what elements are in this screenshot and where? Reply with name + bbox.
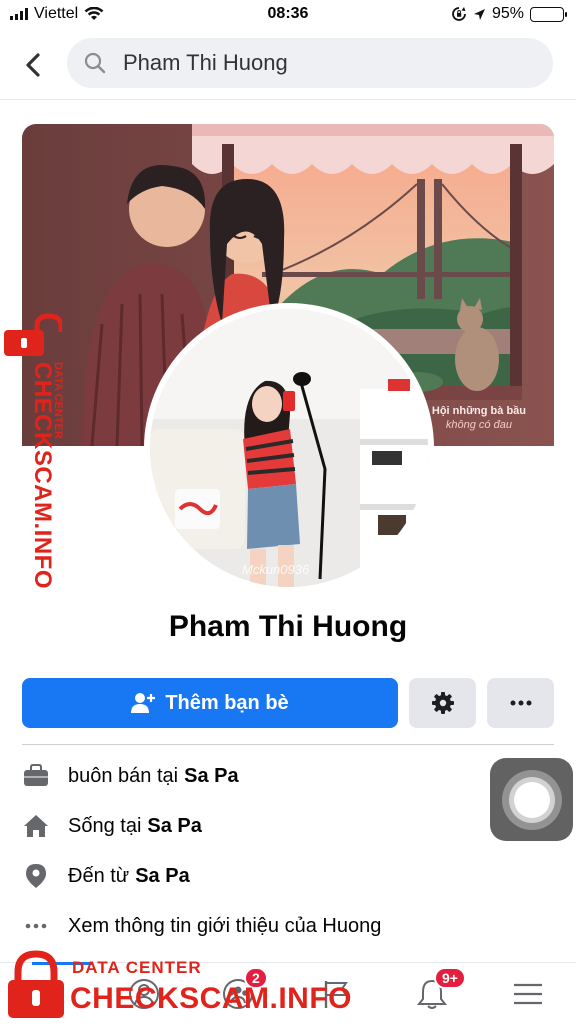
search-icon <box>84 52 106 74</box>
rotation-lock-icon <box>452 7 466 21</box>
briefcase-icon <box>22 762 50 790</box>
info-lives-place[interactable]: Sa Pa <box>147 815 201 838</box>
location-arrow-icon <box>473 8 485 20</box>
nav-divider <box>0 99 576 100</box>
ellipsis-icon <box>510 700 531 706</box>
see-about-label: Xem thông tin giới thiệu của Huong <box>68 914 382 937</box>
profile-name: Pham Thi Huong <box>168 610 408 643</box>
add-friend-label: Thêm bạn bè <box>165 691 289 714</box>
watermark-side-small: DATA CENTER <box>52 362 64 439</box>
house-icon <box>22 812 50 840</box>
battery-icon <box>530 6 567 22</box>
tab-menu[interactable] <box>498 971 558 1017</box>
cover-caption-line2: không có đau <box>445 419 512 431</box>
watermark-bottom-small: DATA CENTER <box>72 958 202 977</box>
battery-percent: 95% <box>491 5 524 22</box>
watermark-side: CHECKSCAM.INFO DATA CENTER <box>4 312 64 602</box>
watermark-side-text: CHECKSCAM.INFO DATA CENTER <box>28 362 68 602</box>
info-from-place[interactable]: Sa Pa <box>135 865 189 888</box>
info-work-place[interactable]: Sa Pa <box>184 765 238 788</box>
status-bar: Viettel 08:36 95% <box>0 0 576 30</box>
search-query: Pham Thi Huong <box>123 50 288 75</box>
watermark-bottom-brand: CHECKSCAM.INFO <box>70 982 352 1015</box>
nav-bar: Pham Thi Huong <box>0 38 576 92</box>
assistive-touch-button[interactable] <box>490 758 573 841</box>
lock-icon <box>4 313 62 356</box>
avatar-photo: Mckun0936 <box>150 309 428 587</box>
cover-caption-line1: Hội những bà bầu <box>431 405 526 417</box>
status-bar-right: 95% <box>451 5 567 23</box>
more-options-button[interactable] <box>487 678 554 728</box>
cover-caption: Hội những bà bầu không có đau <box>432 404 526 432</box>
gear-icon <box>431 692 454 714</box>
tab-notifications[interactable]: 9+ <box>402 967 466 1017</box>
section-divider <box>22 744 554 745</box>
ellipsis-icon <box>22 912 50 940</box>
settings-button[interactable] <box>409 678 476 728</box>
info-from-prefix: Đến từ <box>68 864 130 887</box>
search-input[interactable]: Pham Thi Huong <box>67 38 553 88</box>
back-button[interactable] <box>16 48 50 82</box>
see-about-link[interactable]: Xem thông tin giới thiệu của Huong <box>22 908 381 944</box>
chevron-left-icon <box>26 53 40 77</box>
avatar-watermark: Mckun0936 <box>242 562 310 577</box>
profile-avatar[interactable]: Mckun0936 <box>144 303 434 593</box>
location-pin-icon <box>22 862 50 890</box>
info-work-prefix: buôn bán tại <box>68 764 179 787</box>
info-from: Đến từ Sa Pa <box>22 858 190 894</box>
notifications-badge: 9+ <box>434 967 466 989</box>
lock-icon <box>8 950 64 1018</box>
add-person-icon <box>131 693 156 713</box>
watermark-bottom: DATA CENTER CHECKSCAM.INFO <box>6 950 352 1020</box>
info-lives: Sống tại Sa Pa <box>22 808 202 844</box>
info-lives-prefix: Sống tại <box>68 814 142 837</box>
menu-icon <box>514 983 542 1005</box>
info-work: buôn bán tại Sa Pa <box>22 758 239 794</box>
add-friend-button[interactable]: Thêm bạn bè <box>22 678 398 728</box>
